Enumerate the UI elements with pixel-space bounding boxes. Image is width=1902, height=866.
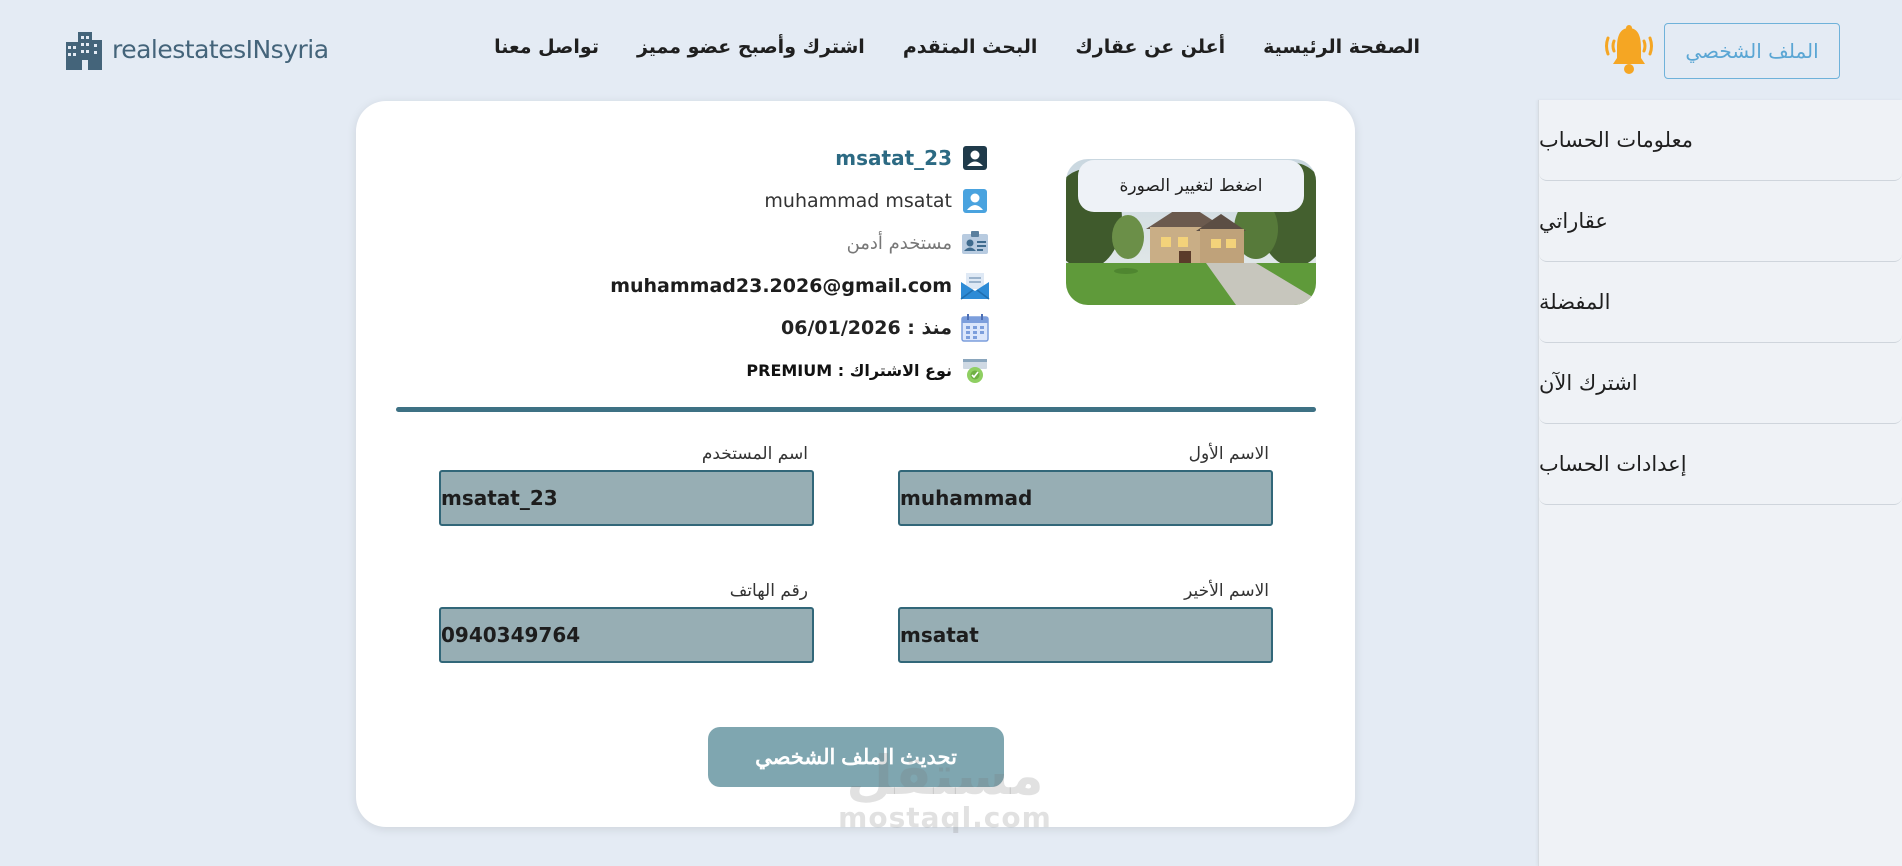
profile-email: muhammad23.2026@gmail.com <box>610 274 952 297</box>
profile-since-date: منذ : 06/01/2026 <box>781 317 952 340</box>
info-row-subscription: نوع الاشتراك : PREMIUM <box>470 350 990 393</box>
first-name-label: الاسم الأول <box>1188 444 1269 464</box>
sidebar-item-my-properties[interactable]: عقاراتي <box>1539 181 1902 262</box>
id-card-icon <box>960 143 990 173</box>
sidebar-item-favorites[interactable]: المفضلة <box>1539 262 1902 343</box>
last-name-field[interactable] <box>898 607 1273 663</box>
sidebar-item-account-settings[interactable]: إعدادات الحساب <box>1539 424 1902 505</box>
info-row-username: msatat_23 <box>470 137 990 180</box>
top-header: realestatesINsyria الصفحة الرئيسية أعلن … <box>0 0 1902 100</box>
sidebar-item-subscribe-now[interactable]: اشترك الآن <box>1539 343 1902 424</box>
sidebar-item-label: إعدادات الحساب <box>1539 452 1687 476</box>
profile-full-name: muhammad msatat <box>764 189 952 212</box>
nav-advertise-property[interactable]: أعلن عن عقارك <box>1075 36 1225 58</box>
info-row-full-name: muhammad msatat <box>470 180 990 223</box>
section-divider <box>396 407 1316 412</box>
first-name-field[interactable] <box>898 470 1273 526</box>
sidebar-item-label: اشترك الآن <box>1539 371 1638 395</box>
logo-text: realestatesINsyria <box>112 34 329 64</box>
badge-icon <box>960 356 990 386</box>
sidebar-item-label: المفضلة <box>1539 290 1611 314</box>
nav-home[interactable]: الصفحة الرئيسية <box>1263 36 1420 58</box>
sidebar-item-label: عقاراتي <box>1539 209 1608 233</box>
user-icon <box>960 186 990 216</box>
profile-card: اضغط لتغيير الصورة msatat_23 muhammad ms… <box>356 101 1355 827</box>
profile-username: msatat_23 <box>835 146 952 171</box>
contact-card-icon <box>960 228 990 258</box>
phone-field[interactable] <box>439 607 814 663</box>
bell-icon[interactable] <box>1604 24 1654 78</box>
profile-subscription: نوع الاشتراك : PREMIUM <box>746 361 952 381</box>
nav-subscribe[interactable]: اشترك وأصبح عضو مميز <box>637 36 865 58</box>
site-logo[interactable]: realestatesINsyria <box>64 28 329 70</box>
building-logo-icon <box>66 32 102 70</box>
main-nav: الصفحة الرئيسية أعلن عن عقارك البحث المت… <box>494 36 1420 58</box>
profile-role: مستخدم أدمن <box>846 232 952 254</box>
username-label: اسم المستخدم <box>701 444 808 464</box>
profile-button[interactable]: الملف الشخصي <box>1664 23 1840 79</box>
last-name-label: الاسم الأخير <box>1184 581 1269 601</box>
nav-contact[interactable]: تواصل معنا <box>494 36 599 58</box>
update-profile-button[interactable]: تحديث الملف الشخصي <box>708 727 1004 787</box>
account-sidebar: معلومات الحساب عقاراتي المفضلة اشترك الآ… <box>1538 100 1902 866</box>
sidebar-item-account-info[interactable]: معلومات الحساب <box>1539 100 1902 181</box>
sidebar-item-label: معلومات الحساب <box>1539 128 1693 152</box>
envelope-icon <box>960 271 990 301</box>
profile-info: msatat_23 muhammad msatat مستخدم أدمن mu… <box>470 137 990 392</box>
info-row-role: مستخدم أدمن <box>470 222 990 265</box>
username-field[interactable] <box>439 470 814 526</box>
phone-label: رقم الهاتف <box>729 581 808 601</box>
info-row-since: منذ : 06/01/2026 <box>470 307 990 350</box>
calendar-icon <box>960 313 990 343</box>
change-photo-button[interactable]: اضغط لتغيير الصورة <box>1078 160 1304 212</box>
nav-advanced-search[interactable]: البحث المتقدم <box>903 36 1038 58</box>
info-row-email: muhammad23.2026@gmail.com <box>470 265 990 308</box>
